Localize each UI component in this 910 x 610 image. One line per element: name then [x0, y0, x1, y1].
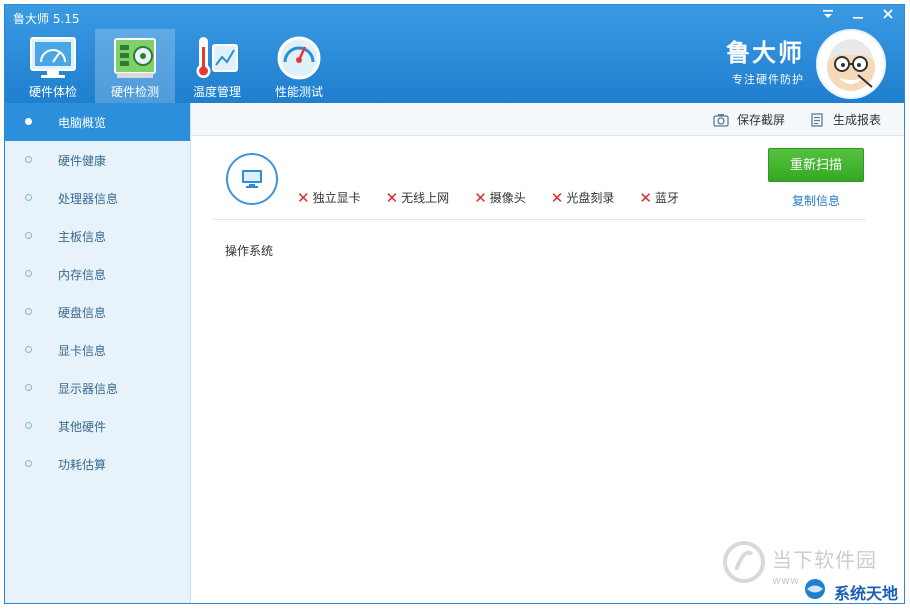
- mascot-face-icon: [827, 39, 875, 91]
- computer-badge: [226, 153, 278, 205]
- watermark-www: www: [772, 574, 799, 587]
- bullet-icon: [25, 232, 32, 239]
- divider: [213, 219, 866, 220]
- hardware-feature-list: ✕ 独立显卡 ✕ 无线上网 ✕ 摄像头 ✕ 光盘刻录 ✕ 蓝牙: [297, 189, 704, 206]
- sidebar-item-label: 处理器信息: [58, 192, 119, 206]
- monitor-icon: [242, 170, 262, 188]
- watermark-globe-icon: [805, 579, 825, 599]
- bullet-icon: [25, 308, 32, 315]
- bullet-icon: [25, 460, 32, 467]
- feature-bluetooth: ✕ 蓝牙: [639, 189, 679, 206]
- sidebar-item-label: 硬件健康: [58, 154, 107, 168]
- generate-report-button[interactable]: 生成报表: [809, 111, 881, 128]
- app-window: 鲁大师 5.15 硬件体检 硬件检测 温度管理 性能测试 鲁大师 专注硬件防护 …: [4, 4, 905, 604]
- cross-icon: ✕: [639, 188, 652, 207]
- feature-label: 独立显卡: [312, 191, 361, 205]
- camera-icon: [713, 113, 729, 127]
- cross-icon: ✕: [297, 188, 310, 207]
- sidebar-item-label: 电脑概览: [58, 116, 107, 130]
- report-icon: [811, 112, 823, 127]
- bullet-icon: [25, 156, 32, 163]
- sidebar-item-gpu[interactable]: 显卡信息: [5, 331, 190, 369]
- nav-performance[interactable]: 性能测试: [259, 29, 339, 103]
- feature-label: 无线上网: [401, 191, 450, 205]
- nav-label: 硬件体检: [28, 85, 77, 99]
- sidebar-item-memory[interactable]: 内存信息: [5, 255, 190, 293]
- bullet-icon: [25, 118, 32, 125]
- speedometer-icon: [277, 36, 321, 80]
- sidebar-item-disk[interactable]: 硬盘信息: [5, 293, 190, 331]
- nav-label: 温度管理: [192, 85, 241, 99]
- nav-hardware-check[interactable]: 硬件体检: [13, 29, 93, 103]
- close-icon[interactable]: [880, 7, 896, 25]
- feature-label: 光盘刻录: [566, 191, 615, 205]
- feature-disc-burner: ✕ 光盘刻录: [551, 189, 615, 206]
- sidebar-item-cpu[interactable]: 处理器信息: [5, 179, 190, 217]
- monitor-gauge-icon: [30, 37, 76, 78]
- save-screenshot-button[interactable]: 保存截屏: [713, 111, 785, 128]
- sidebar-item-label: 其他硬件: [58, 420, 107, 434]
- thermometer-icon: [196, 37, 238, 78]
- feature-label: 摄像头: [489, 191, 526, 205]
- sidebar-item-label: 内存信息: [58, 268, 107, 282]
- sidebar-item-other[interactable]: 其他硬件: [5, 407, 190, 445]
- minimize-icon[interactable]: [850, 7, 866, 25]
- sidebar-item-power[interactable]: 功耗估算: [5, 445, 190, 483]
- bullet-icon: [25, 194, 32, 201]
- menu-dropdown-icon[interactable]: [820, 7, 836, 25]
- cross-icon: ✕: [474, 188, 487, 207]
- feature-label: 蓝牙: [654, 191, 679, 205]
- generate-report-label: 生成报表: [833, 113, 882, 127]
- sidebar-item-health[interactable]: 硬件健康: [5, 141, 190, 179]
- feature-camera: ✕ 摄像头: [474, 189, 526, 206]
- watermark-logo-icon: [723, 541, 765, 583]
- feature-wireless: ✕ 无线上网: [386, 189, 450, 206]
- os-label: 操作系统: [225, 244, 274, 258]
- nav-label: 性能测试: [274, 85, 323, 99]
- overview-panel: ✕ 独立显卡 ✕ 无线上网 ✕ 摄像头 ✕ 光盘刻录 ✕ 蓝牙 重新扫描 复制信…: [191, 136, 904, 603]
- main-nav: 硬件体检 硬件检测 温度管理 性能测试: [13, 29, 339, 103]
- bullet-icon: [25, 346, 32, 353]
- cross-icon: ✕: [385, 188, 399, 207]
- nav-temperature[interactable]: 温度管理: [177, 29, 257, 103]
- copy-info-link[interactable]: 复制信息: [792, 192, 840, 209]
- sidebar-item-label: 硬盘信息: [58, 306, 107, 320]
- mascot-avatar[interactable]: [816, 29, 886, 99]
- watermark-system-name: 系统天地: [834, 584, 899, 603]
- sidebar-item-label: 显卡信息: [58, 344, 107, 358]
- rescan-button[interactable]: 重新扫描: [768, 148, 864, 182]
- feature-discrete-gpu: ✕ 独立显卡: [297, 189, 361, 206]
- sidebar-item-label: 主板信息: [58, 230, 107, 244]
- sidebar-item-overview[interactable]: 电脑概览: [5, 103, 190, 141]
- brand-slogan: 专注硬件防护: [732, 73, 804, 86]
- brand-name: 鲁大师: [726, 39, 804, 67]
- watermark-site-name: 当下软件园: [772, 548, 877, 572]
- window-controls: [820, 7, 896, 25]
- sidebar: 电脑概览 硬件健康 处理器信息 主板信息 内存信息 硬盘信息 显卡信息 显示器信…: [5, 103, 191, 603]
- content-toolbar: 保存截屏 生成报表: [191, 103, 904, 136]
- brand-block: 鲁大师 专注硬件防护: [726, 39, 804, 87]
- nav-label: 硬件检测: [110, 85, 159, 99]
- bullet-icon: [25, 270, 32, 277]
- sidebar-item-label: 功耗估算: [58, 458, 107, 472]
- nav-hardware-detect[interactable]: 硬件检测: [95, 29, 175, 103]
- app-title: 鲁大师 5.15: [13, 12, 80, 26]
- sidebar-item-label: 显示器信息: [58, 382, 119, 396]
- circuit-board-icon: [114, 38, 156, 78]
- sidebar-item-motherboard[interactable]: 主板信息: [5, 217, 190, 255]
- bullet-icon: [25, 422, 32, 429]
- bullet-icon: [25, 384, 32, 391]
- cross-icon: ✕: [550, 188, 564, 207]
- save-screenshot-label: 保存截屏: [737, 113, 786, 127]
- sidebar-item-display[interactable]: 显示器信息: [5, 369, 190, 407]
- header-bar: 鲁大师 5.15 硬件体检 硬件检测 温度管理 性能测试 鲁大师 专注硬件防护: [5, 5, 904, 103]
